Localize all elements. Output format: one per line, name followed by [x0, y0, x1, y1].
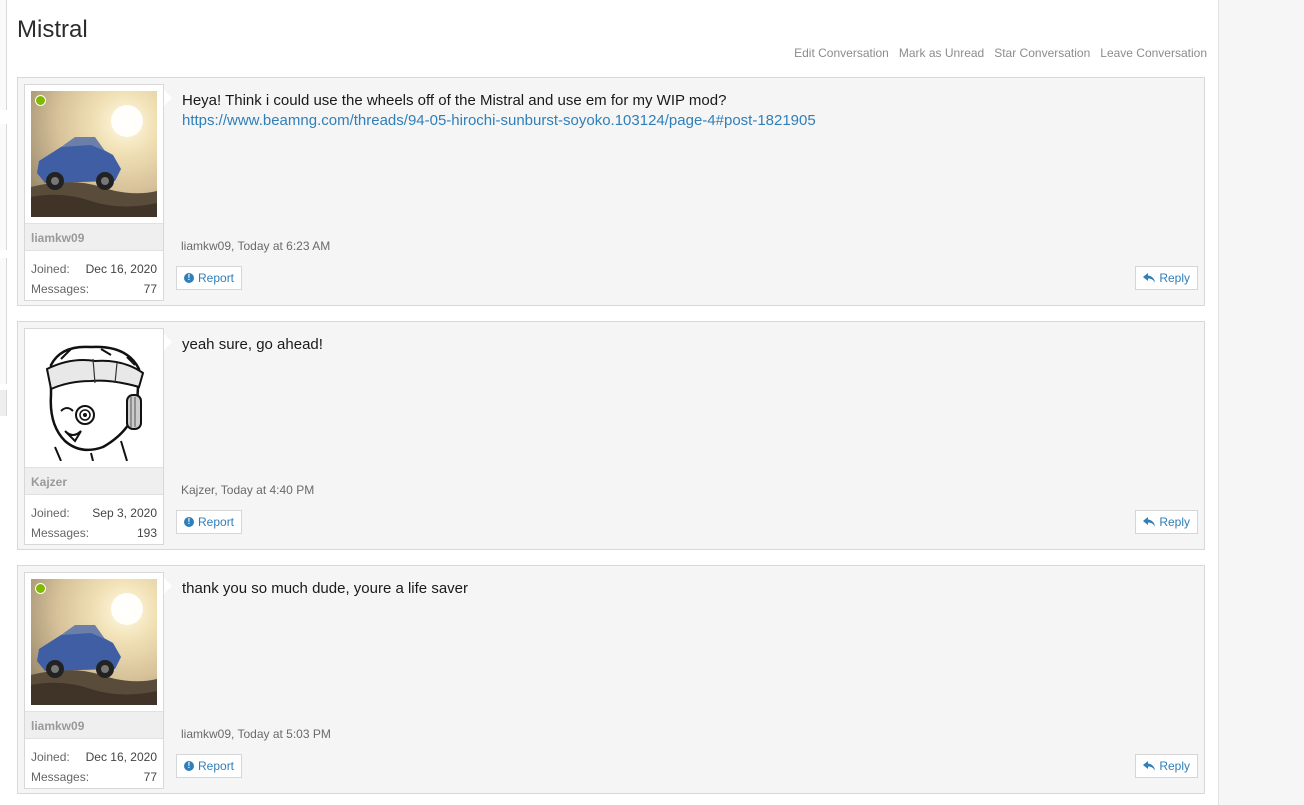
messages-label: Messages: [31, 770, 90, 784]
joined-label: Joined: [31, 750, 70, 764]
message-item: Kajzer Joined: Sep 3, 2020 Messages: 193 y… [17, 321, 1205, 550]
sidebar-edge-segment [0, 0, 7, 110]
report-button[interactable]: ! Report [176, 510, 243, 534]
avatar-image [31, 579, 157, 705]
username[interactable]: liamkw09 [25, 223, 163, 251]
speech-arrow [164, 334, 172, 350]
online-status-icon [35, 583, 46, 594]
reply-arrow-icon [1143, 517, 1156, 527]
edit-conversation-link[interactable]: Edit Conversation [794, 46, 889, 60]
user-card: liamkw09 Joined: Dec 16, 2020 Messages: 77 [24, 84, 164, 301]
reply-arrow-icon [1143, 273, 1156, 283]
username[interactable]: liamkw09 [25, 711, 163, 739]
user-stats: Joined: Dec 16, 2020 Messages: 77 [31, 747, 157, 787]
message-text: yeah sure, go ahead! [182, 336, 323, 353]
report-label: Report [198, 759, 235, 773]
message-item: liamkw09 Joined: Dec 16, 2020 Messages: 77… [17, 77, 1205, 306]
joined-date: Dec 16, 2020 [85, 262, 157, 276]
message-content: thank you so much dude, youre a life sav… [182, 579, 1192, 599]
message-meta: liamkw09, Today at 6:23 AM [181, 239, 331, 253]
user-stats: Joined: Sep 3, 2020 Messages: 193 [31, 503, 157, 543]
avatar[interactable] [31, 579, 157, 705]
avatar-image [31, 335, 157, 461]
reply-label: Reply [1159, 759, 1190, 773]
mark-unread-link[interactable]: Mark as Unread [899, 46, 984, 60]
info-icon: ! [184, 761, 194, 771]
online-status-icon [35, 95, 46, 106]
speech-arrow [164, 578, 172, 594]
joined-label: Joined: [31, 262, 70, 276]
right-side-panel [1218, 0, 1304, 805]
speech-arrow [164, 90, 172, 106]
message-meta: liamkw09, Today at 5:03 PM [181, 727, 331, 741]
message-count: 77 [143, 770, 157, 784]
reply-label: Reply [1159, 515, 1190, 529]
joined-date: Dec 16, 2020 [85, 750, 157, 764]
message-link[interactable]: https://www.beamng.com/threads/94-05-hir… [182, 112, 816, 129]
message-count: 193 [136, 526, 157, 540]
messages-label: Messages: [31, 526, 90, 540]
star-conversation-link[interactable]: Star Conversation [994, 46, 1090, 60]
message-item: liamkw09 Joined: Dec 16, 2020 Messages: 77… [17, 565, 1205, 794]
user-card: Kajzer Joined: Sep 3, 2020 Messages: 193 [24, 328, 164, 545]
messages-label: Messages: [31, 282, 90, 296]
message-text: thank you so much dude, youre a life sav… [182, 580, 468, 597]
report-button[interactable]: ! Report [176, 754, 243, 778]
joined-label: Joined: [31, 506, 70, 520]
message-content: Heya! Think i could use the wheels off o… [182, 91, 1192, 131]
reply-button[interactable]: Reply [1135, 266, 1198, 290]
sidebar-edge-segment [0, 258, 7, 384]
reply-label: Reply [1159, 271, 1190, 285]
left-sidebar-edge [0, 0, 7, 805]
avatar-image [31, 91, 157, 217]
report-button[interactable]: ! Report [176, 266, 243, 290]
reply-button[interactable]: Reply [1135, 510, 1198, 534]
joined-date: Sep 3, 2020 [92, 506, 157, 520]
reply-button[interactable]: Reply [1135, 754, 1198, 778]
avatar[interactable] [31, 335, 157, 461]
info-icon: ! [184, 517, 194, 527]
reply-arrow-icon [1143, 761, 1156, 771]
conversation-actions: Edit Conversation Mark as Unread Star Co… [794, 46, 1207, 60]
report-label: Report [198, 271, 235, 285]
message-meta: Kajzer, Today at 4:40 PM [181, 483, 315, 497]
info-icon: ! [184, 273, 194, 283]
message-text: Heya! Think i could use the wheels off o… [182, 92, 727, 109]
sidebar-edge-segment [0, 390, 7, 416]
message-content: yeah sure, go ahead! [182, 335, 1192, 355]
username[interactable]: Kajzer [25, 467, 163, 495]
sidebar-edge-segment [0, 124, 7, 250]
report-label: Report [198, 515, 235, 529]
user-card: liamkw09 Joined: Dec 16, 2020 Messages: 77 [24, 572, 164, 789]
user-stats: Joined: Dec 16, 2020 Messages: 77 [31, 259, 157, 299]
message-count: 77 [143, 282, 157, 296]
avatar[interactable] [31, 91, 157, 217]
leave-conversation-link[interactable]: Leave Conversation [1100, 46, 1207, 60]
page-title: Mistral [17, 16, 88, 44]
